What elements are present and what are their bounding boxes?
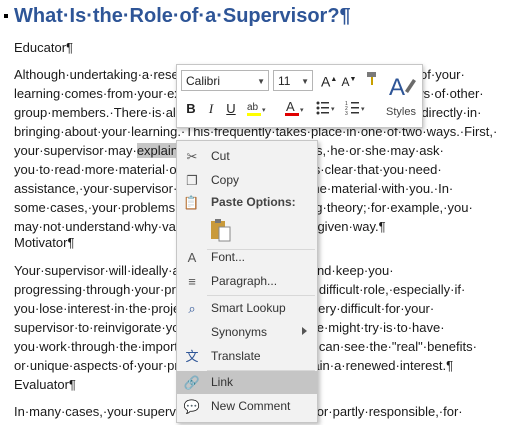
menu-item-label: Paragraph... [211, 274, 278, 288]
svg-text:▾: ▾ [262, 107, 266, 114]
link-icon: 🔗 [183, 375, 201, 390]
selected-word[interactable]: explain [136, 143, 179, 158]
context-menu: ✂ Cut ❐ Copy 📋 Paste Options: A Font... … [176, 140, 318, 423]
paragraph-icon: ≡ [188, 274, 196, 289]
section-title-educator[interactable]: Educator¶ [14, 40, 73, 55]
section-title-motivator[interactable]: Motivator¶ [14, 235, 74, 250]
document-heading[interactable]: What·Is·the·Role·of·a·Supervisor?¶ [14, 5, 351, 28]
menu-item-translate[interactable]: 文 Translate [177, 345, 317, 368]
font-icon: A [187, 250, 197, 265]
menu-item-font[interactable]: A Font... [177, 246, 317, 269]
chevron-down-icon: ▼ [301, 77, 309, 86]
svg-text:ab: ab [247, 102, 259, 113]
font-size-box[interactable]: 11 ▼ [273, 70, 313, 91]
menu-item-link[interactable]: 🔗 Link [177, 371, 317, 394]
menu-item-new-comment[interactable]: 💬 New Comment [177, 395, 317, 418]
font-size-value: 11 [278, 74, 291, 88]
mini-toolbar: Calibri ▼ 11 ▼ A▲ A▼ B I U ab ▾ A ▾ ▾ 1 2 3 ▾ A… [176, 64, 423, 128]
svg-text:A: A [389, 74, 405, 101]
menu-separator [207, 295, 315, 296]
styles-icon: A [389, 74, 416, 101]
menu-item-synonyms[interactable]: Synonyms [177, 321, 317, 344]
bold-button[interactable]: B [183, 99, 199, 119]
highlight-color-button[interactable]: ab ▾ [245, 98, 267, 118]
text-span[interactable]: your·supervisor·may· [14, 143, 137, 158]
svg-text:▾: ▾ [331, 106, 335, 113]
styles-button[interactable]: A Styles [383, 69, 419, 123]
styles-label: Styles [386, 106, 416, 118]
shrink-font-icon[interactable]: A▼ [341, 70, 357, 90]
menu-item-label: Font... [211, 250, 246, 264]
paste-options-heading: Paste Options: [211, 195, 296, 209]
copy-icon: ❐ [186, 173, 198, 188]
menu-item-copy[interactable]: ❐ Copy [177, 169, 317, 192]
svg-text:A: A [286, 99, 295, 114]
menu-item-label: New Comment [211, 399, 291, 413]
search-icon: ⌕ [188, 301, 196, 316]
menu-item-label: Link [211, 375, 234, 389]
svg-text:3: 3 [345, 111, 348, 117]
numbering-icon[interactable]: 1 2 3 ▾ [345, 98, 367, 118]
comment-icon: 💬 [183, 399, 201, 414]
format-painter-icon[interactable] [363, 70, 379, 90]
menu-item-label: Smart Lookup [211, 301, 286, 315]
menu-item-paragraph[interactable]: ≡ Paragraph... [177, 270, 317, 293]
menu-item-label: Copy [211, 173, 240, 187]
menu-item-cut[interactable]: ✂ Cut [177, 145, 317, 168]
chevron-right-icon [302, 327, 307, 335]
clipboard-icon: 📋 [183, 195, 200, 210]
grow-font-icon[interactable]: A▲ [321, 70, 337, 90]
font-name-box[interactable]: Calibri ▼ [181, 70, 269, 91]
font-name-value: Calibri [186, 74, 221, 88]
menu-item-label: Synonyms [211, 325, 268, 339]
menu-item-label: Translate [211, 349, 261, 363]
chevron-down-icon: ▼ [257, 77, 265, 86]
underline-button[interactable]: U [223, 99, 239, 119]
paste-keep-text-icon[interactable] [209, 217, 233, 243]
italic-button[interactable]: I [203, 99, 219, 119]
scissors-icon: ✂ [186, 149, 198, 164]
menu-item-smart-lookup[interactable]: ⌕ Smart Lookup [177, 297, 317, 320]
translate-icon: 文 [185, 349, 199, 364]
svg-text:▾: ▾ [300, 107, 304, 114]
svg-text:▾: ▾ [361, 106, 365, 113]
heading-bullet [4, 14, 8, 18]
font-color-button[interactable]: A ▾ [283, 98, 305, 118]
bullets-icon[interactable]: ▾ [315, 98, 337, 118]
section-title-evaluator[interactable]: Evaluator¶ [14, 377, 76, 392]
menu-item-label: Cut [211, 149, 230, 163]
